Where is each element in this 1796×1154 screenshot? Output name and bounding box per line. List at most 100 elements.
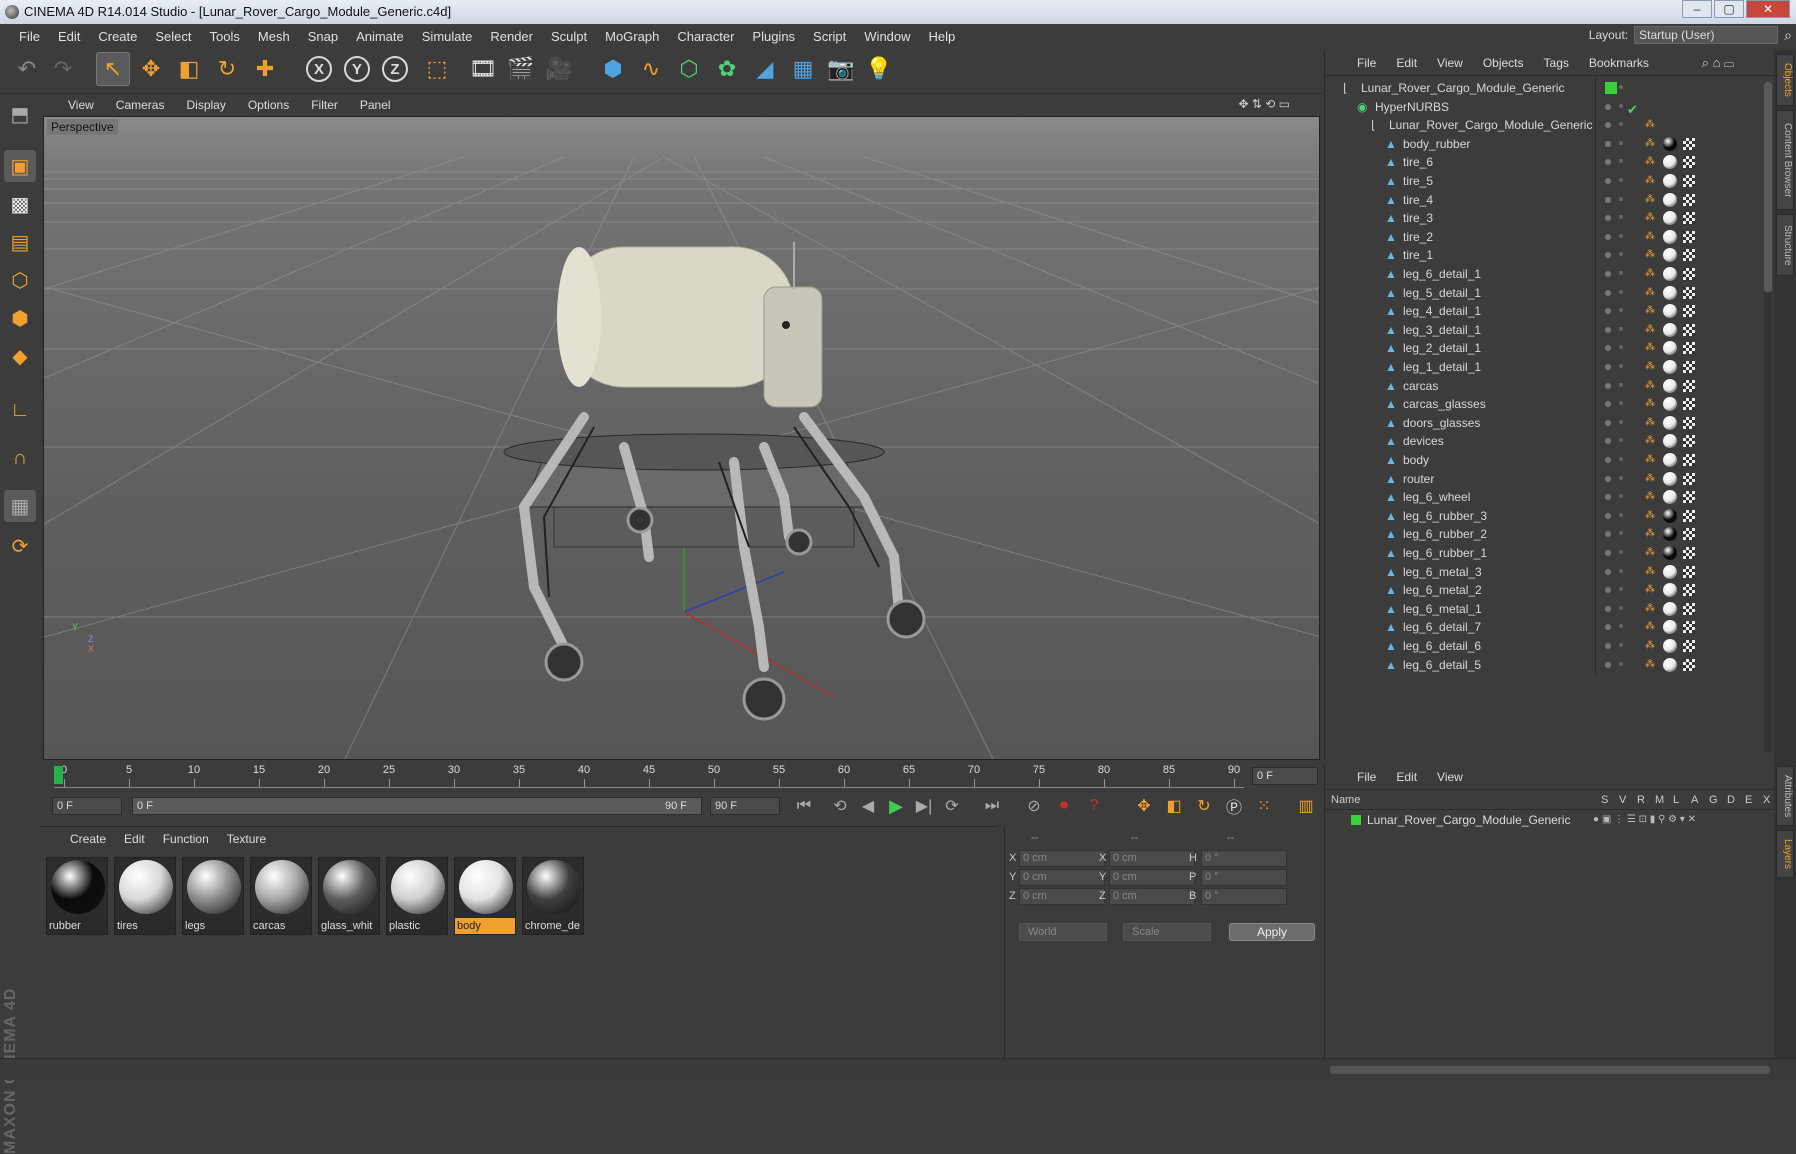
menu-window[interactable]: Window — [855, 29, 919, 44]
texture-tag-icon[interactable] — [1683, 175, 1695, 187]
menu-create[interactable]: Create — [89, 29, 146, 44]
phong-tag-icon[interactable]: ⁂ — [1645, 213, 1655, 223]
material-tag-icon[interactable] — [1663, 657, 1677, 672]
phong-tag-icon[interactable]: ⁂ — [1645, 585, 1655, 595]
render-visibility-dot[interactable] — [1619, 382, 1623, 387]
texture-tag-icon[interactable] — [1683, 435, 1695, 448]
light-icon[interactable]: 💡 — [862, 52, 896, 86]
material-tag-icon[interactable] — [1663, 639, 1677, 653]
texture-tag-icon[interactable] — [1683, 584, 1695, 597]
layer-color-swatch[interactable] — [1351, 815, 1361, 825]
material-tires[interactable]: tires — [114, 857, 176, 935]
editor-visibility-dot[interactable] — [1605, 252, 1611, 259]
material-tag-icon[interactable] — [1663, 471, 1677, 486]
render-visibility-dot[interactable] — [1619, 140, 1623, 145]
editor-visibility-dot[interactable] — [1605, 401, 1611, 408]
viewport-nav-icons[interactable]: ✥ ⇅ ⟲ ▭ — [1238, 97, 1290, 111]
coord-field[interactable]: 0 cm — [1109, 850, 1195, 867]
key-scale-icon[interactable]: ◧ — [1162, 794, 1186, 818]
phong-tag-icon[interactable]: ⁂ — [1645, 436, 1655, 446]
material-tag-icon[interactable] — [1663, 453, 1677, 467]
material-rubber[interactable]: rubber — [46, 857, 108, 935]
material-tag-icon[interactable] — [1663, 360, 1677, 374]
previous-frame-icon[interactable]: ◀ — [856, 794, 880, 818]
range-slider[interactable]: 0 F 90 F — [132, 797, 702, 815]
playhead[interactable] — [54, 766, 63, 784]
obj-menu-view[interactable]: View — [1437, 56, 1463, 70]
texture-tag-icon[interactable] — [1683, 528, 1695, 541]
model-mode-icon[interactable]: ▣ — [4, 150, 36, 182]
vp-menu-panel[interactable]: Panel — [360, 98, 391, 112]
editor-visibility-dot[interactable] — [1605, 345, 1611, 352]
editor-visibility-dot[interactable] — [1605, 233, 1611, 240]
texture-tag-icon[interactable] — [1683, 361, 1695, 373]
vp-menu-filter[interactable]: Filter — [311, 98, 338, 112]
polygons-mode-icon[interactable]: ◆ — [4, 340, 36, 372]
editor-visibility-dot[interactable] — [1605, 438, 1611, 445]
phong-tag-icon[interactable]: ⁂ — [1645, 399, 1655, 409]
material-plastic[interactable]: plastic — [386, 857, 448, 935]
autokey-icon[interactable]: ⏺ — [1052, 794, 1076, 818]
menu-file[interactable]: File — [10, 29, 49, 44]
timeline-window-icon[interactable]: ▥ — [1294, 794, 1318, 818]
menu-plugins[interactable]: Plugins — [743, 29, 804, 44]
material-tag-icon[interactable] — [1663, 601, 1677, 616]
coord-field[interactable]: 0 ° — [1201, 869, 1287, 886]
material-tag-icon[interactable] — [1663, 248, 1677, 263]
editor-visibility-dot[interactable] — [1605, 605, 1611, 612]
editor-visibility-dot[interactable] — [1605, 624, 1611, 631]
phong-tag-icon[interactable]: ⁂ — [1645, 380, 1655, 391]
vp-menu-view[interactable]: View — [68, 98, 94, 112]
texture-tag-icon[interactable] — [1683, 602, 1695, 615]
scale-tool-icon[interactable]: ◧ — [172, 52, 206, 86]
object-scrollbar[interactable] — [1764, 82, 1772, 752]
coord-field[interactable]: 0 ° — [1201, 888, 1287, 905]
editor-visibility-dot[interactable] — [1605, 215, 1611, 222]
redo-icon[interactable]: ↷ — [46, 52, 80, 86]
tab-structure[interactable]: Structure — [1776, 214, 1794, 276]
coordinate-mode-dropdown[interactable]: World — [1019, 923, 1107, 941]
workplane-lock-icon[interactable]: ⟳ — [4, 530, 36, 562]
coord-field[interactable]: 0 ° — [1201, 850, 1287, 867]
edges-mode-icon[interactable]: ⬢ — [4, 302, 36, 334]
texture-tag-icon[interactable] — [1683, 323, 1695, 336]
render-view-icon[interactable]: 🎞 — [466, 52, 500, 86]
obj-menu-edit[interactable]: Edit — [1396, 56, 1417, 70]
phong-tag-icon[interactable]: ⁂ — [1645, 231, 1655, 242]
texture-tag-icon[interactable] — [1683, 547, 1695, 559]
search-icon[interactable]: ⌕ — [1784, 27, 1792, 44]
editor-visibility-dot[interactable] — [1605, 364, 1611, 370]
snap-icon[interactable]: ▦ — [4, 490, 36, 522]
texture-tag-icon[interactable] — [1683, 658, 1695, 671]
deformer-icon[interactable]: ◢ — [748, 52, 782, 86]
material-carcas[interactable]: carcas — [250, 857, 312, 935]
texture-tag-icon[interactable] — [1683, 398, 1695, 411]
phong-tag-icon[interactable]: ⁂ — [1645, 603, 1655, 614]
layout-dropdown[interactable]: Startup (User) — [1634, 26, 1779, 44]
tab-layers[interactable]: Layers — [1776, 830, 1794, 878]
menu-character[interactable]: Character — [668, 29, 743, 44]
phong-tag-icon[interactable]: ⁂ — [1645, 269, 1655, 279]
material-tag-icon[interactable] — [1663, 415, 1677, 430]
start-frame-field[interactable]: 0 F — [52, 797, 122, 815]
editor-visibility-dot[interactable] — [1605, 308, 1611, 315]
add-tool-icon[interactable]: ✚ — [248, 52, 282, 86]
texture-tag-icon[interactable] — [1683, 472, 1695, 485]
layer-menu-file[interactable]: File — [1357, 770, 1376, 784]
editor-visibility-dot[interactable] — [1605, 103, 1611, 110]
editor-visibility-dot[interactable] — [1605, 661, 1611, 668]
render-visibility-dot[interactable] — [1619, 512, 1623, 517]
phong-tag-icon[interactable]: ⁂ — [1645, 417, 1655, 428]
texture-tag-icon[interactable] — [1683, 379, 1695, 392]
end-frame-field[interactable]: 90 F — [710, 797, 780, 815]
key-rotation-icon[interactable]: ↻ — [1192, 794, 1216, 818]
editor-visibility-dot[interactable] — [1605, 159, 1611, 166]
go-to-end-icon[interactable]: ⏭ — [980, 794, 1004, 818]
object-manager-nav-icons[interactable]: ⌕ ⌂ ▭ — [1702, 55, 1734, 71]
rotate-tool-icon[interactable]: ↻ — [210, 52, 244, 86]
material-tag-icon[interactable] — [1663, 322, 1677, 337]
render-visibility-dot[interactable] — [1619, 438, 1623, 443]
material-tag-icon[interactable] — [1663, 285, 1677, 300]
render-visibility-dot[interactable] — [1619, 215, 1623, 220]
render-visibility-dot[interactable] — [1619, 345, 1623, 350]
